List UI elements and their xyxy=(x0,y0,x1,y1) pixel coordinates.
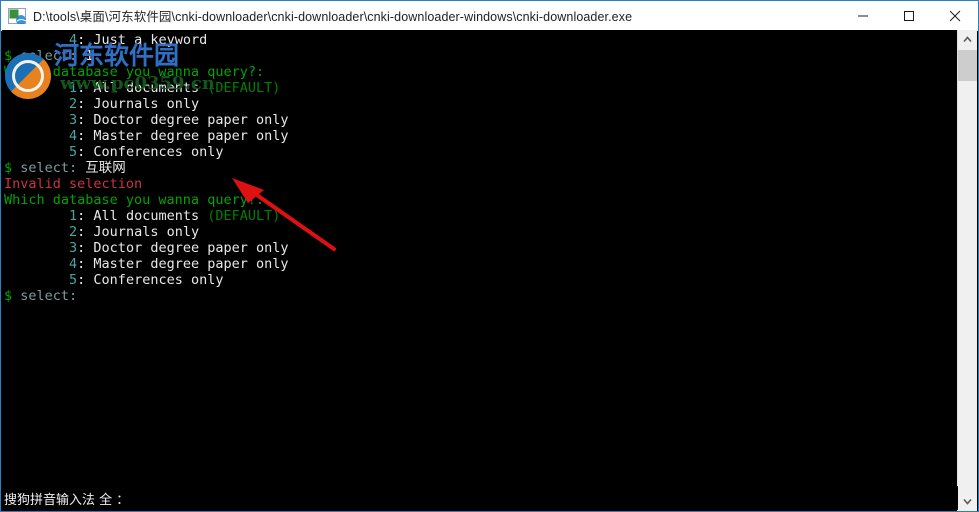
line-opt4-b-seg-2: : Master degree paper only xyxy=(77,256,289,272)
line-select-empty-seg-0: $ xyxy=(4,288,13,304)
chevron-up-icon xyxy=(963,36,972,43)
close-icon xyxy=(949,10,961,21)
minimize-icon xyxy=(858,15,868,16)
line-opt4-b-seg-0 xyxy=(4,256,69,272)
line-opt3-a-seg-2: : Doctor degree paper only xyxy=(77,112,289,128)
console-lines: 4: Just a keyword $ select: 1 Which databa… xyxy=(4,32,954,304)
line-select-1: $ select: 1 xyxy=(4,48,954,64)
line-opt5-b-seg-2: : Conferences only xyxy=(77,272,224,288)
line-opt5-a-seg-1: 5 xyxy=(69,144,78,160)
line-opt1-a-seg-0 xyxy=(4,80,69,96)
line-select-1-seg-1: select: xyxy=(12,48,86,64)
line-opt1-b-seg-2: : All documents xyxy=(77,208,208,224)
line-select-1-seg-2: 1 xyxy=(85,48,94,64)
window-title: D:\tools\桌面\河东软件园\cnki-downloader\cnki-d… xyxy=(33,10,633,24)
line-opt5-a-seg-0 xyxy=(4,144,69,160)
line-keyword-option-seg-2: : Just a keyword xyxy=(77,32,208,48)
line-opt2-a-seg-2: : Journals only xyxy=(77,96,200,112)
line-select-empty-seg-1: select: xyxy=(12,288,78,304)
line-question-1-seg-0: Which database you wanna query?: xyxy=(4,64,265,80)
line-opt1-b-seg-3: (DEFAULT) xyxy=(207,208,281,224)
line-select-1-seg-0: $ xyxy=(4,48,13,64)
maximize-button[interactable] xyxy=(886,2,932,30)
line-opt5-b-seg-0 xyxy=(4,272,69,288)
line-opt5-b-seg-1: 5 xyxy=(69,272,78,288)
scroll-down-button[interactable] xyxy=(958,492,977,511)
chevron-down-icon xyxy=(963,498,972,505)
line-opt1-a-seg-1: 1 xyxy=(69,80,78,96)
line-opt2-b: 2: Journals only xyxy=(4,224,954,240)
line-question-2-seg-0: Which database you wanna query?: xyxy=(4,192,265,208)
line-opt2-a-seg-0 xyxy=(4,96,69,112)
line-opt3-b-seg-2: : Doctor degree paper only xyxy=(77,240,289,256)
title-bar[interactable]: D:\tools\桌面\河东软件园\cnki-downloader\cnki-d… xyxy=(1,1,978,31)
line-select-cn-seg-2: 互联网 xyxy=(85,160,126,176)
line-opt3-a-seg-0 xyxy=(4,112,69,128)
line-invalid-seg-0: Invalid selection xyxy=(4,176,143,192)
line-opt4-a-seg-1: 4 xyxy=(69,128,78,144)
line-opt1-a-seg-3: (DEFAULT) xyxy=(207,80,281,96)
line-opt1-a: 1: All documents (DEFAULT) xyxy=(4,80,954,96)
line-keyword-option-seg-0 xyxy=(4,32,69,48)
line-opt4-a-seg-2: : Master degree paper only xyxy=(77,128,289,144)
line-invalid: Invalid selection xyxy=(4,176,954,192)
vertical-scrollbar[interactable] xyxy=(957,30,977,511)
line-select-cn-seg-0: $ xyxy=(4,160,13,176)
line-opt3-a-seg-1: 3 xyxy=(69,112,78,128)
close-button[interactable] xyxy=(932,2,978,30)
ime-status-bar[interactable]: 搜狗拼音输入法 全 ： xyxy=(2,486,958,510)
scroll-up-button[interactable] xyxy=(958,30,977,49)
line-opt3-b-seg-1: 3 xyxy=(69,240,78,256)
line-opt4-a: 4: Master degree paper only xyxy=(4,128,954,144)
line-select-cn: $ select: 互联网 xyxy=(4,160,954,176)
line-opt2-a: 2: Journals only xyxy=(4,96,954,112)
line-opt1-a-seg-2: : All documents xyxy=(77,80,208,96)
line-opt2-b-seg-1: 2 xyxy=(69,224,78,240)
line-opt5-a-seg-2: : Conferences only xyxy=(77,144,224,160)
line-select-cn-seg-1: select: xyxy=(12,160,86,176)
line-opt3-a: 3: Doctor degree paper only xyxy=(4,112,954,128)
minimize-button[interactable] xyxy=(840,2,886,30)
line-opt4-a-seg-0 xyxy=(4,128,69,144)
console-window: D:\tools\桌面\河东软件园\cnki-downloader\cnki-d… xyxy=(0,0,979,512)
line-opt3-b-seg-0 xyxy=(4,240,69,256)
scrollbar-thumb[interactable] xyxy=(958,50,977,81)
line-question-2: Which database you wanna query?: xyxy=(4,192,954,208)
line-opt2-a-seg-1: 2 xyxy=(69,96,78,112)
line-opt2-b-seg-2: : Journals only xyxy=(77,224,200,240)
ime-label: 搜狗拼音输入法 全 ： xyxy=(4,492,130,508)
console-window-icon xyxy=(8,7,27,25)
line-opt2-b-seg-0 xyxy=(4,224,69,240)
maximize-icon xyxy=(904,10,914,21)
line-select-empty: $ select: xyxy=(4,288,954,304)
line-opt5-a: 5: Conferences only xyxy=(4,144,954,160)
line-opt5-b: 5: Conferences only xyxy=(4,272,954,288)
line-opt1-b-seg-0 xyxy=(4,208,69,224)
line-question-1: Which database you wanna query?: xyxy=(4,64,954,80)
line-opt4-b: 4: Master degree paper only xyxy=(4,256,954,272)
line-opt3-b: 3: Doctor degree paper only xyxy=(4,240,954,256)
line-opt1-b-seg-1: 1 xyxy=(69,208,78,224)
console-output-area[interactable]: 4: Just a keyword $ select: 1 Which databa… xyxy=(2,30,958,511)
line-opt1-b: 1: All documents (DEFAULT) xyxy=(4,208,954,224)
line-opt4-b-seg-1: 4 xyxy=(69,256,78,272)
line-keyword-option-seg-1: 4 xyxy=(69,32,78,48)
line-keyword-option: 4: Just a keyword xyxy=(4,32,954,48)
